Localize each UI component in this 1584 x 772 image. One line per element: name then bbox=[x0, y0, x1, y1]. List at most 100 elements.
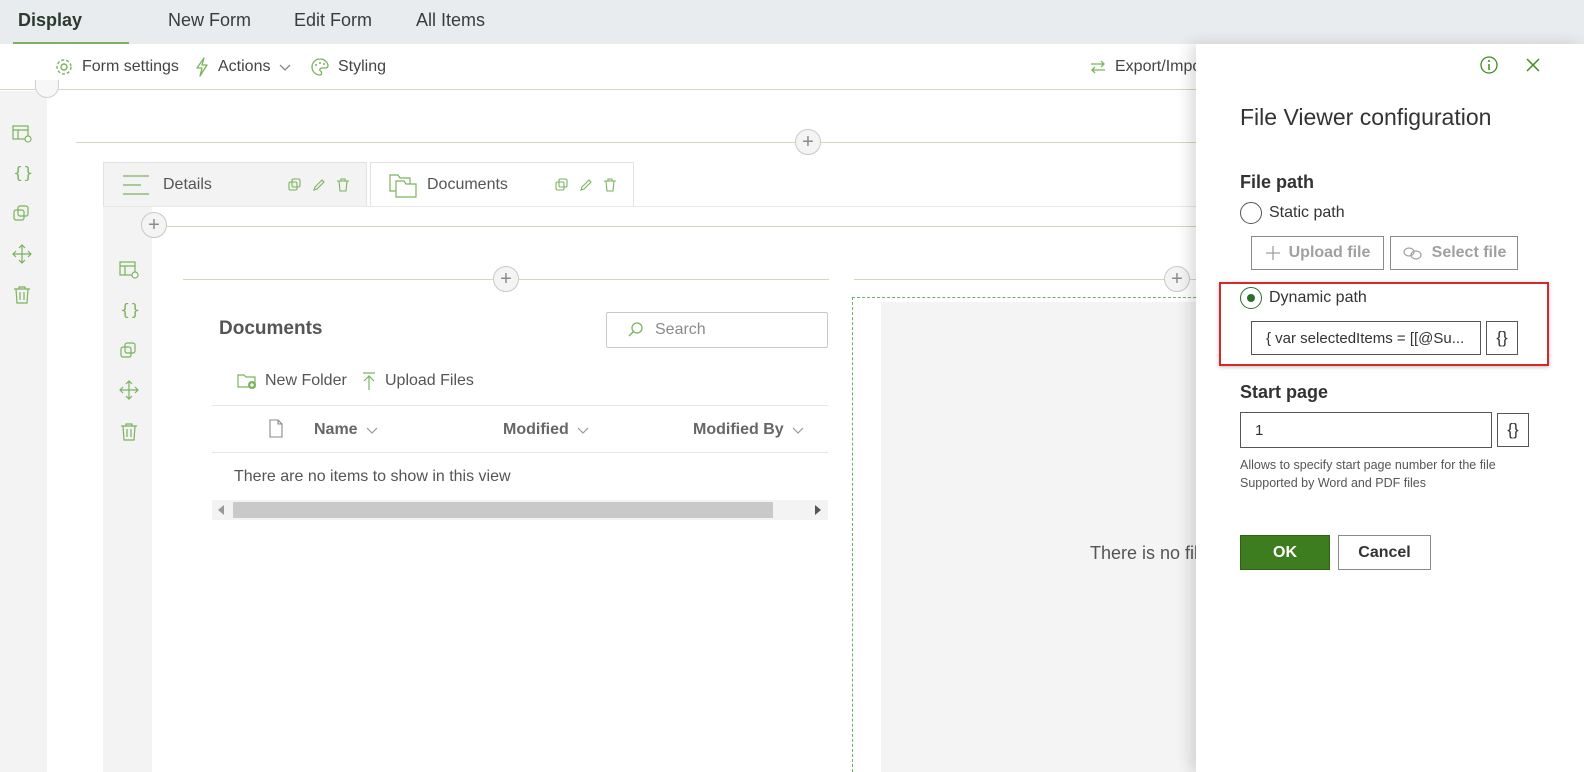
ok-button[interactable]: OK bbox=[1240, 535, 1330, 570]
tab-copy-icon[interactable] bbox=[287, 177, 303, 193]
scroll-right-arrow-icon[interactable] bbox=[814, 505, 822, 515]
cancel-button[interactable]: Cancel bbox=[1338, 535, 1431, 570]
actions-button[interactable]: Actions bbox=[194, 54, 292, 80]
start-page-code-editor-button[interactable]: {} bbox=[1497, 413, 1529, 447]
svg-text:{}: {} bbox=[120, 300, 140, 319]
column-header-modified[interactable]: Modified bbox=[503, 418, 589, 442]
static-path-label: Static path bbox=[1269, 204, 1345, 221]
file-viewer-area bbox=[881, 302, 1196, 772]
left-rail bbox=[0, 91, 47, 772]
column-header-label: Name bbox=[314, 421, 358, 438]
add-row-button[interactable]: + bbox=[141, 212, 167, 238]
tab-new-form[interactable]: New Form bbox=[168, 0, 251, 44]
copy-icon[interactable] bbox=[118, 340, 140, 362]
add-control-button[interactable]: + bbox=[493, 266, 519, 292]
dynamic-path-input[interactable]: { var selectedItems = [[@Su... bbox=[1251, 321, 1481, 355]
start-page-label: Start page bbox=[1240, 382, 1329, 402]
section-collapse-handle[interactable] bbox=[35, 80, 59, 98]
plus-icon: + bbox=[1171, 268, 1183, 290]
close-icon[interactable] bbox=[1524, 56, 1542, 74]
file-path-label: File path bbox=[1240, 172, 1315, 192]
search-input[interactable]: Search bbox=[606, 312, 828, 348]
select-file-button[interactable]: Select file bbox=[1390, 236, 1518, 270]
column-header-label: Modified bbox=[503, 421, 569, 438]
tab-all-items[interactable]: All Items bbox=[416, 0, 485, 44]
form-settings-button[interactable]: Form settings bbox=[54, 54, 179, 80]
start-page-input[interactable]: 1 bbox=[1240, 412, 1492, 448]
column-divider bbox=[854, 279, 1196, 280]
copy-icon[interactable] bbox=[11, 203, 33, 225]
info-icon[interactable] bbox=[1479, 55, 1499, 75]
chevron-down-icon bbox=[366, 426, 378, 434]
dynamic-path-value: { var selectedItems = [[@Su... bbox=[1266, 329, 1465, 347]
code-braces-icon[interactable]: {} bbox=[118, 299, 140, 321]
search-icon bbox=[627, 321, 645, 339]
column-header-label: Modified By bbox=[693, 421, 784, 438]
new-folder-icon bbox=[237, 372, 257, 390]
tab-edit-icon[interactable] bbox=[578, 177, 594, 193]
folders-icon bbox=[388, 171, 418, 199]
empty-list-message: There are no items to show in this view bbox=[234, 468, 511, 485]
scrollbar-thumb[interactable] bbox=[233, 502, 773, 518]
tab-edit-form[interactable]: Edit Form bbox=[294, 0, 372, 44]
upload-file-label: Upload file bbox=[1288, 244, 1371, 261]
layout-settings-icon[interactable] bbox=[11, 123, 33, 145]
tab-documents[interactable]: Documents bbox=[370, 162, 634, 206]
file-viewer-config-panel bbox=[1196, 44, 1584, 772]
chevron-down-icon bbox=[577, 426, 589, 434]
list-separator bbox=[212, 452, 828, 453]
plus-icon bbox=[1265, 245, 1281, 261]
swap-arrows-icon bbox=[1089, 58, 1107, 76]
radio-selected-dot bbox=[1247, 294, 1255, 302]
add-row-button[interactable]: + bbox=[795, 129, 821, 155]
upload-files-label: Upload Files bbox=[385, 372, 474, 389]
dynamic-path-radio[interactable] bbox=[1240, 287, 1262, 309]
dynamic-path-code-editor-button[interactable]: {} bbox=[1486, 321, 1518, 355]
form-settings-label: Form settings bbox=[82, 58, 179, 75]
move-icon[interactable] bbox=[118, 379, 140, 401]
no-file-message: There is no fil bbox=[1090, 543, 1196, 563]
search-placeholder: Search bbox=[655, 321, 706, 338]
list-separator bbox=[212, 405, 828, 406]
start-page-hint: Allows to specify start page number for … bbox=[1240, 456, 1496, 492]
gear-icon bbox=[54, 57, 74, 77]
tab-trash-icon[interactable] bbox=[602, 177, 618, 193]
inner-divider bbox=[152, 226, 1196, 227]
svg-text:{}: {} bbox=[13, 163, 33, 182]
layout-settings-icon[interactable] bbox=[118, 259, 140, 281]
styling-button[interactable]: Styling bbox=[310, 54, 386, 80]
scroll-left-arrow-icon[interactable] bbox=[217, 505, 225, 515]
code-braces-icon[interactable]: {} bbox=[11, 162, 33, 184]
column-header-modified-by[interactable]: Modified By bbox=[693, 418, 804, 442]
chevron-down-icon bbox=[792, 426, 804, 434]
chevron-down-icon bbox=[278, 62, 292, 72]
tab-edit-icon[interactable] bbox=[311, 177, 327, 193]
column-header-name[interactable]: Name bbox=[314, 418, 378, 442]
upload-files-button[interactable]: Upload Files bbox=[361, 368, 474, 394]
inner-rail bbox=[103, 207, 152, 772]
tab-copy-icon[interactable] bbox=[554, 177, 570, 193]
new-folder-button[interactable]: New Folder bbox=[237, 368, 347, 394]
plus-icon: + bbox=[148, 214, 160, 236]
upload-file-button[interactable]: Upload file bbox=[1251, 236, 1384, 270]
add-control-button[interactable]: + bbox=[1164, 266, 1190, 292]
tab-display-form[interactable]: Display Form bbox=[13, 0, 129, 70]
tab-details[interactable]: Details bbox=[103, 162, 367, 206]
tab-documents-label: Documents bbox=[427, 175, 508, 193]
panel-title: File Viewer configuration bbox=[1240, 104, 1492, 130]
static-path-radio[interactable] bbox=[1240, 202, 1262, 224]
lightning-icon bbox=[194, 57, 210, 77]
styling-label: Styling bbox=[338, 58, 387, 75]
dynamic-path-label: Dynamic path bbox=[1269, 289, 1367, 306]
move-icon[interactable] bbox=[11, 243, 33, 265]
trash-icon[interactable] bbox=[118, 421, 140, 443]
trash-icon[interactable] bbox=[11, 284, 33, 306]
hint-line: Allows to specify start page number for … bbox=[1240, 458, 1496, 472]
tab-details-label: Details bbox=[163, 175, 212, 193]
export-import-button[interactable]: Export/Impo bbox=[1089, 54, 1196, 80]
code-braces-icon: {} bbox=[1507, 420, 1519, 439]
tab-trash-icon[interactable] bbox=[335, 177, 351, 193]
section-divider bbox=[76, 142, 1196, 143]
hint-line: Supported by Word and PDF files bbox=[1240, 476, 1426, 490]
file-type-icon bbox=[268, 419, 284, 439]
